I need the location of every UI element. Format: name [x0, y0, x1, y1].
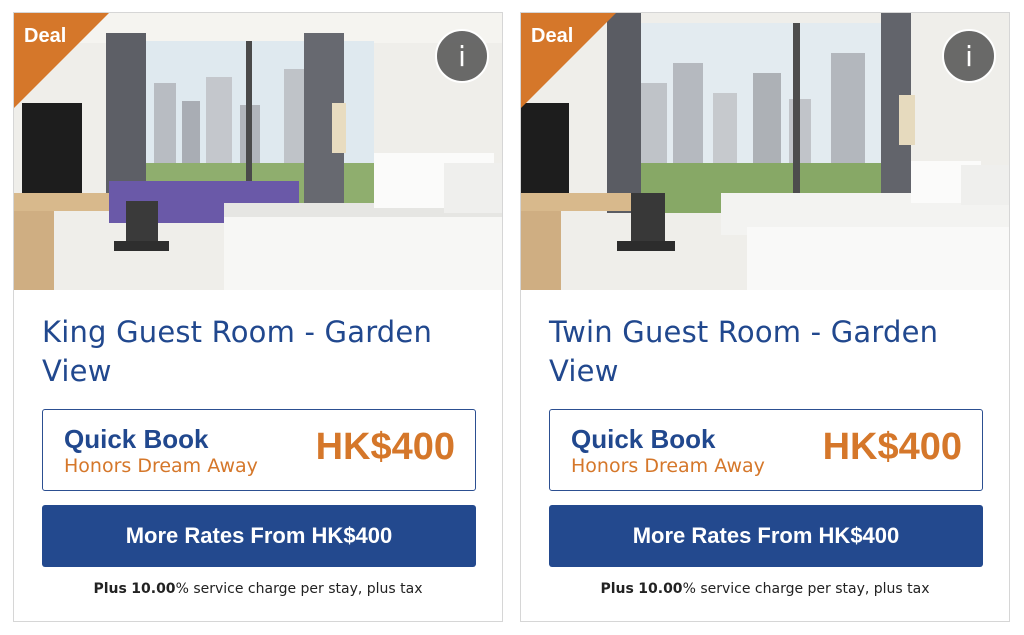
quick-book-title: Quick Book	[64, 424, 209, 454]
quick-book-price: HK$400	[822, 426, 962, 468]
quick-book-button[interactable]: Quick Book Honors Dream Away HK$400	[42, 409, 476, 491]
service-note-suffix: % service charge per stay, plus tax	[175, 581, 423, 597]
service-note-rate: 10.00	[131, 581, 176, 597]
deal-badge: Deal	[531, 25, 574, 47]
rate-plan-name: Honors Dream Away	[64, 455, 258, 477]
rate-plan-name: Honors Dream Away	[571, 455, 765, 477]
deal-badge: Deal	[24, 25, 67, 47]
quick-book-price: HK$400	[315, 426, 455, 468]
service-charge-note: Plus 10.00% service charge per stay, plu…	[521, 581, 1009, 597]
room-card-king: Deal i King Guest Room - Garden View Qui…	[13, 12, 503, 622]
info-icon[interactable]: i	[942, 29, 996, 83]
room-card-twin: Deal i Twin Guest Room - Garden View Qui…	[520, 12, 1010, 622]
room-photo-twin[interactable]: Deal i	[521, 13, 1009, 290]
room-title[interactable]: King Guest Room - Garden View	[42, 313, 482, 391]
room-photo-king[interactable]: Deal i	[14, 13, 502, 290]
service-note-prefix: Plus	[600, 581, 634, 597]
service-charge-note: Plus 10.00% service charge per stay, plu…	[14, 581, 502, 597]
more-rates-button[interactable]: More Rates From HK$400	[549, 505, 983, 567]
service-note-suffix: % service charge per stay, plus tax	[682, 581, 930, 597]
quick-book-title: Quick Book	[571, 424, 716, 454]
service-note-rate: 10.00	[638, 581, 683, 597]
service-note-prefix: Plus	[93, 581, 127, 597]
info-icon[interactable]: i	[435, 29, 489, 83]
quick-book-button[interactable]: Quick Book Honors Dream Away HK$400	[549, 409, 983, 491]
room-title[interactable]: Twin Guest Room - Garden View	[549, 313, 989, 391]
more-rates-button[interactable]: More Rates From HK$400	[42, 505, 476, 567]
